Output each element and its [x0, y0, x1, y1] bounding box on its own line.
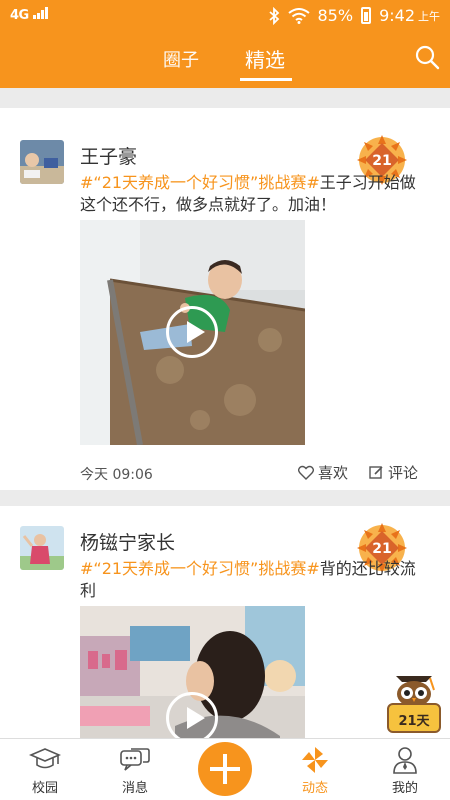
challenge-floating-button[interactable]: 21天 [386, 668, 442, 734]
comment-edit-icon [369, 466, 383, 479]
battery-percent: 85% [317, 6, 354, 25]
network-label: 4G [10, 8, 29, 23]
tab-circle[interactable]: 圈子 [163, 46, 199, 72]
post-text: #“21天养成一个好习惯”挑战赛#王子习开始做这个还不行，做多点就好了。加油！ [80, 172, 425, 216]
create-post-button[interactable] [198, 742, 252, 796]
person-icon [393, 747, 417, 774]
like-label: 喜欢 [318, 464, 349, 482]
video-thumbnail[interactable] [80, 606, 305, 738]
chat-bubbles-icon [120, 748, 150, 771]
nav-label: 我的 [391, 781, 418, 796]
app-header: 4G 85% 9:42 上午 圈子 精选 [0, 0, 450, 88]
search-icon[interactable] [414, 44, 440, 70]
header-tabs: 圈子 精选 [0, 40, 450, 84]
play-icon[interactable] [166, 692, 218, 738]
active-tab-indicator [240, 78, 292, 81]
nav-label: 动态 [301, 781, 328, 796]
nav-label: 消息 [121, 781, 148, 796]
status-bar: 4G 85% 9:42 上午 [0, 0, 450, 34]
wifi-icon [287, 7, 310, 24]
post-author[interactable]: 杨镃宁家长 [80, 528, 175, 555]
status-right: 85% 9:42 上午 [268, 6, 440, 25]
floater-label: 21天 [398, 714, 430, 729]
post-hashtag[interactable]: #“21天养成一个好习惯”挑战赛# [80, 173, 320, 192]
post-text: #“21天养成一个好习惯”挑战赛#背的还比较流利 [80, 558, 425, 602]
svg-text:21: 21 [372, 541, 391, 557]
tab-featured[interactable]: 精选 [245, 44, 285, 73]
post-hashtag[interactable]: #“21天养成一个好习惯”挑战赛# [80, 559, 320, 578]
graduation-cap-icon [29, 748, 61, 769]
nav-feed[interactable]: 动态 [270, 739, 360, 800]
nav-label: 校园 [31, 781, 58, 796]
nav-me[interactable]: 我的 [360, 739, 450, 800]
avatar[interactable] [20, 140, 64, 184]
clock: 9:42 [379, 6, 415, 25]
svg-text:21: 21 [372, 153, 391, 169]
play-icon[interactable] [166, 306, 218, 358]
heart-icon [298, 465, 314, 480]
post-meta: 今天 09:06 喜欢 评论 [80, 462, 420, 484]
signal-icon [32, 7, 49, 19]
post-card: 杨镃宁家长 21 #“21天养成一个好习惯”挑战赛#背的还比较流利 [0, 506, 450, 738]
avatar[interactable] [20, 526, 64, 570]
post-timestamp: 今天 09:06 [80, 467, 153, 483]
post-card: 王子豪 21 #“21天养成一个好习惯”挑战赛#王子习开始做这个还不行，做多点就… [0, 108, 450, 490]
video-thumbnail[interactable] [80, 220, 305, 445]
nav-campus[interactable]: 校园 [0, 739, 90, 800]
clock-ampm: 上午 [418, 9, 440, 23]
nav-messages[interactable]: 消息 [90, 739, 180, 800]
like-button[interactable]: 喜欢 [298, 462, 348, 483]
post-author[interactable]: 王子豪 [80, 142, 137, 169]
comment-button[interactable]: 评论 [369, 462, 418, 483]
battery-icon [361, 7, 372, 24]
network-indicator: 4G [10, 7, 49, 23]
comment-label: 评论 [388, 464, 419, 482]
bluetooth-icon [268, 6, 279, 25]
feed-list[interactable]: 王子豪 21 #“21天养成一个好习惯”挑战赛#王子习开始做这个还不行，做多点就… [0, 96, 450, 738]
pinwheel-icon [302, 747, 328, 773]
